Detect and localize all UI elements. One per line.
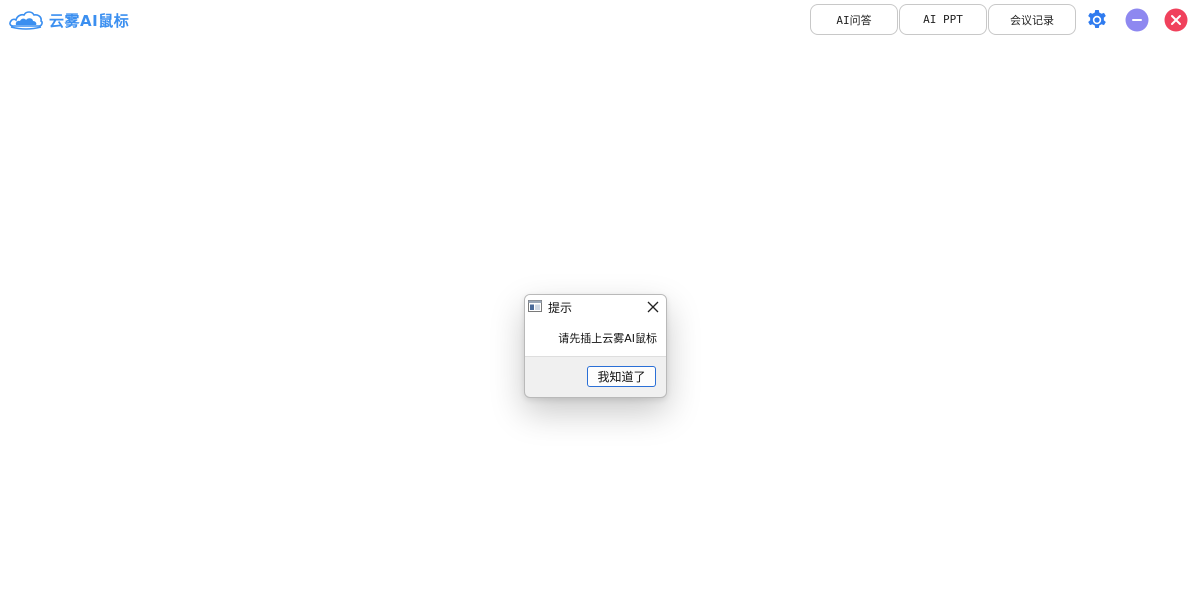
- dialog-titlebar[interactable]: 提示: [525, 295, 666, 318]
- dialog-title: 提示: [548, 301, 573, 315]
- brand: 云雾AI鼠标: [9, 9, 129, 31]
- ok-button[interactable]: 我知道了: [587, 366, 656, 387]
- app-title: 云雾AI鼠标: [49, 11, 130, 30]
- gear-icon[interactable]: [1085, 8, 1109, 32]
- cloud-logo-icon: [9, 11, 43, 30]
- alert-dialog: 提示 请先插上云雾AI鼠标 我知道了: [524, 294, 667, 398]
- window-app-icon: [528, 300, 542, 312]
- dialog-body: 请先插上云雾AI鼠标: [525, 318, 666, 357]
- close-icon[interactable]: [1164, 8, 1188, 32]
- dialog-message: 请先插上云雾AI鼠标: [558, 332, 657, 345]
- ai-ppt-button[interactable]: AI PPT: [899, 4, 987, 35]
- top-toolbar: AI问答 AI PPT 会议记录: [810, 4, 1077, 35]
- ai-qa-button[interactable]: AI问答: [810, 4, 898, 35]
- app-window: 云雾AI鼠标 AI问答 AI PPT 会议记录 提示 请先插上云雾AI鼠标 我知…: [0, 0, 1200, 600]
- meeting-record-button[interactable]: 会议记录: [988, 4, 1076, 35]
- dialog-close-icon[interactable]: [644, 298, 662, 316]
- minimize-icon[interactable]: [1125, 8, 1149, 32]
